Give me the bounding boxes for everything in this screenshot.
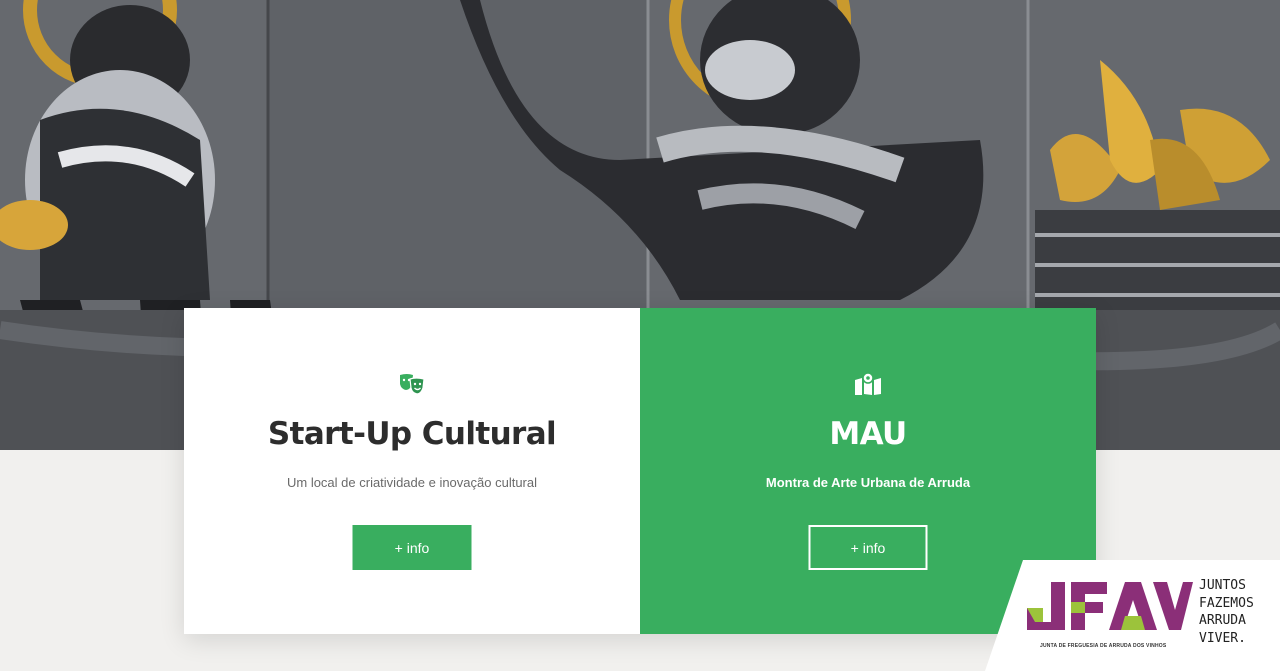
- card-subtitle: Um local de criatividade e inovação cult…: [286, 475, 537, 490]
- card-startup-cultural: Start-Up Cultural Um local de criativida…: [184, 308, 640, 634]
- feature-cards: Start-Up Cultural Um local de criativida…: [184, 308, 1096, 634]
- map-icon: [854, 372, 882, 396]
- more-info-button[interactable]: + info: [808, 525, 928, 570]
- card-title: MAU: [829, 416, 907, 452]
- jfav-logo[interactable]: [1025, 578, 1195, 634]
- card-subtitle: Montra de Arte Urbana de Arruda: [765, 475, 971, 490]
- tagline-line: ARRUDA: [1199, 613, 1246, 628]
- more-info-button[interactable]: + info: [352, 525, 472, 570]
- theater-masks-icon: [398, 372, 426, 396]
- tagline-line: FAZEMOS: [1199, 595, 1254, 611]
- tagline-line: VIVER.: [1199, 630, 1246, 646]
- logo-tagline: JUNTOS FAZEMOS ARRUDA VIVER.: [1199, 577, 1254, 647]
- card-title: Start-Up Cultural: [267, 416, 557, 452]
- tagline-line: JUNTOS: [1199, 578, 1246, 593]
- logo-caption: JUNTA DE FREGUESIA DE ARRUDA DOS VINHOS: [1040, 643, 1167, 649]
